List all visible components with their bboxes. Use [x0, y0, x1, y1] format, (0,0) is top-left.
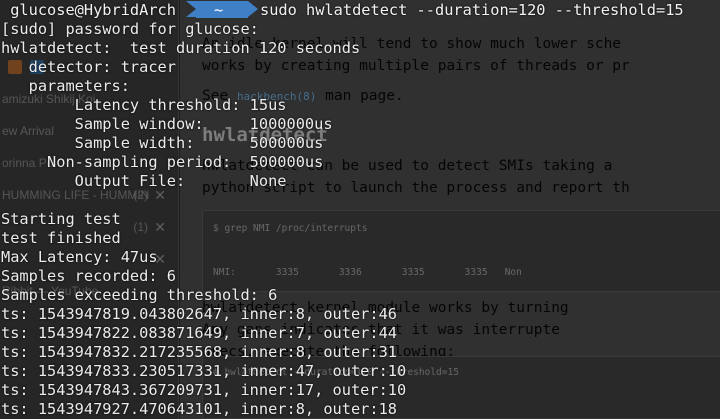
terminal-output-line: Starting test [1, 209, 121, 228]
terminal-output-line: Output File: None [1, 171, 287, 190]
shell-prompt: glucose@HybridArch ~ sudo hwlatdetect --… [0, 0, 720, 20]
prompt-user-host: glucose@HybridArch [1, 1, 176, 19]
terminal-output-line: Sample width: 500000us [1, 133, 324, 152]
terminal-output-line: ts: 1543947832.217235568, inner:8, outer… [1, 342, 398, 361]
terminal-output-line: detector: tracer [1, 57, 176, 76]
terminal-output-line: ts: 1543947819.043802647, inner:8, outer… [1, 304, 398, 323]
terminal-output-line: Samples recorded: 6 [1, 266, 176, 285]
terminal-window[interactable]: glucose@HybridArch ~ sudo hwlatdetect --… [0, 0, 720, 419]
terminal-output-line: Samples exceeding threshold: 6 [1, 285, 278, 304]
terminal-output-line: ts: 1543947822.083871649, inner:7, outer… [1, 323, 398, 342]
terminal-output-line: parameters: [1, 76, 130, 95]
terminal-output-line: hwlatdetect: test duration 120 seconds [1, 38, 361, 57]
terminal-output-line: ts: 1543947927.470643101, inner:8, outer… [1, 399, 398, 418]
terminal-output-line: Max Latency: 47us [1, 247, 158, 266]
terminal-output-line: Non-sampling period: 500000us [1, 152, 324, 171]
prompt-directory: ~ [214, 1, 224, 19]
command-input[interactable]: sudo hwlatdetect --duration=120 --thresh… [260, 0, 684, 20]
terminal-output-line: test finished [1, 228, 121, 247]
terminal-output-line: Sample window: 1000000us [1, 114, 333, 133]
terminal-output-line: ts: 1543947843.367209731, inner:17, oute… [1, 380, 407, 399]
terminal-output-line: Latency threshold: 15us [1, 95, 287, 114]
terminal-output-line: [sudo] password for glucose: [1, 19, 259, 38]
terminal-output-line: ts: 1543947833.230517331, inner:47, oute… [1, 361, 407, 380]
